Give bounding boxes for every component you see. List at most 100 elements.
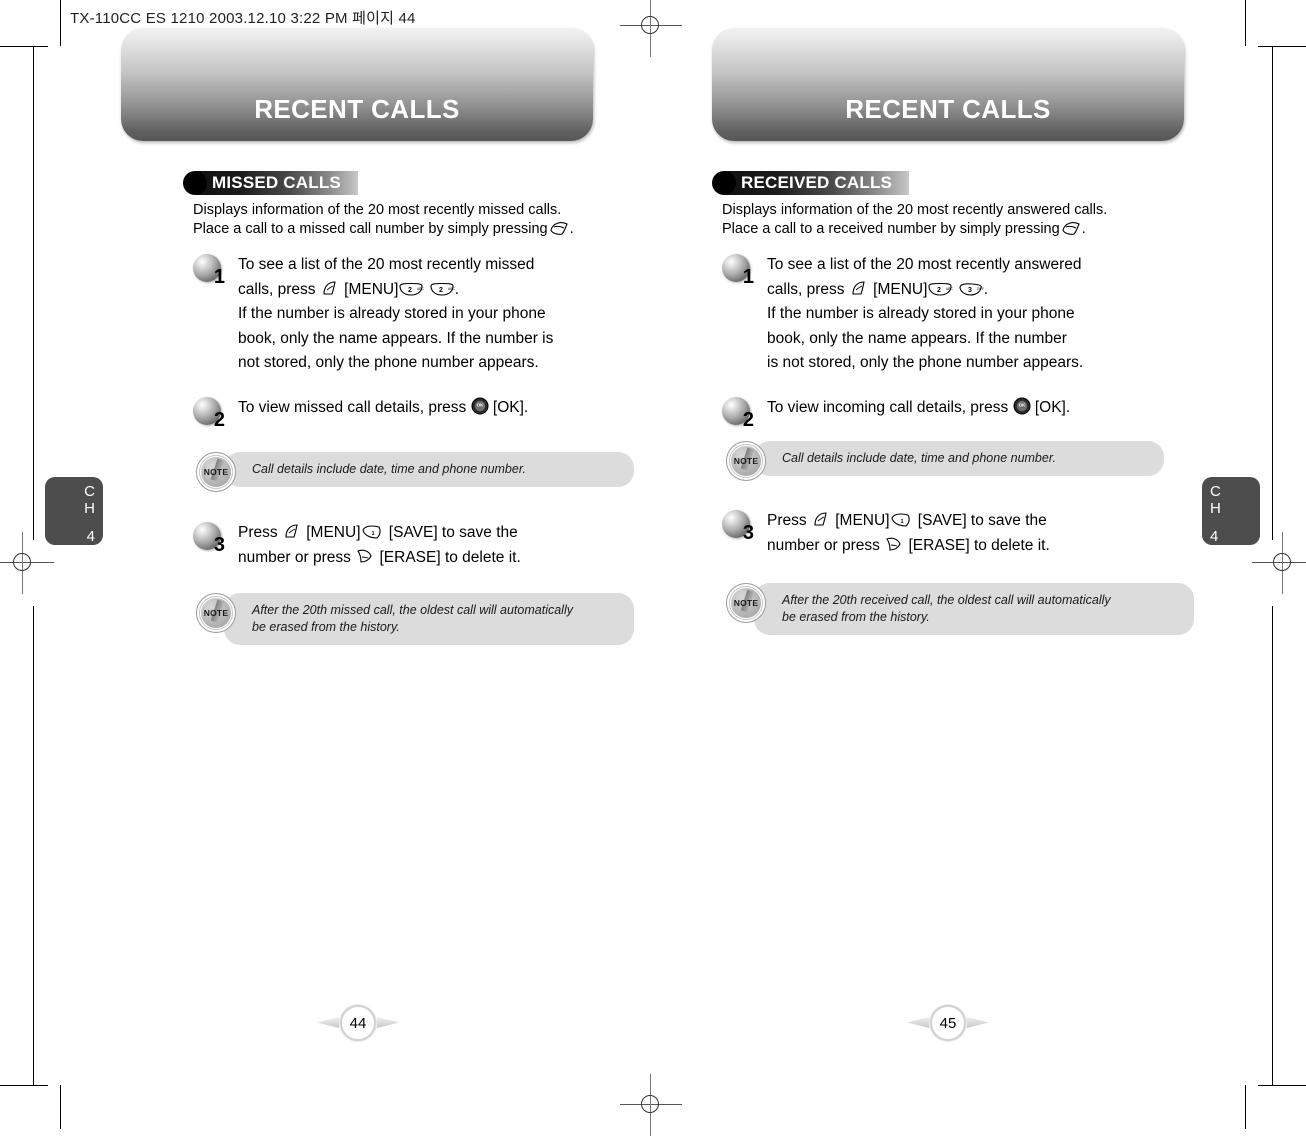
note-text: Call details include date, time and phon…	[754, 441, 1164, 476]
svg-text:OK: OK	[1018, 403, 1025, 408]
section-header: MISSED CALLS	[183, 171, 358, 195]
digit-key-icon: 2 ABC	[398, 282, 424, 297]
intro-line-1: Displays information of the 20 most rece…	[193, 202, 562, 218]
page-number: 44	[340, 1005, 376, 1041]
note-text: After the 20th received call, the oldest…	[754, 583, 1194, 635]
step-text: Press [MENU] 1 [SAVE] to save the number …	[767, 509, 1050, 558]
note-icon: NOTE	[726, 441, 766, 481]
svg-text:ABC: ABC	[946, 287, 953, 291]
page-number-badge: 45	[904, 1004, 992, 1042]
intro-line-2: Place a call to a received number by sim…	[722, 220, 1086, 237]
svg-text:3: 3	[968, 287, 972, 294]
step-line-with-keys: Press [MENU] 1 [SAVE] to save the	[238, 523, 518, 541]
page-banner: RECENT CALLS	[121, 28, 593, 141]
digit-key-icon: 3 DEF	[958, 282, 984, 297]
step-number: 3	[742, 522, 754, 544]
svg-text:2: 2	[439, 287, 443, 294]
svg-text:ABC: ABC	[448, 287, 455, 291]
chapter-tab-number: 4	[86, 528, 95, 545]
bullet-dot-icon	[712, 171, 736, 195]
chapter-tab-number: 4	[1210, 528, 1219, 545]
intro-line-1: Displays information of the 20 most rece…	[722, 202, 1108, 218]
note-box: NOTE Call details include date, time and…	[196, 452, 634, 492]
page-number-wing-right-icon	[377, 1017, 399, 1028]
step-number-badge: 3	[193, 522, 226, 555]
send-key-icon	[1060, 220, 1082, 236]
step-item: 2 To view incoming call details, press O…	[722, 396, 1070, 430]
step-item: 1 To see a list of the 20 most recently …	[722, 253, 1083, 376]
left-soft-key-icon: 1	[890, 512, 914, 528]
step-number-badge: 2	[193, 397, 226, 430]
step-line-with-keys: number or press [ERASE] to delete it.	[238, 548, 521, 566]
section-intro: Displays information of the 20 most rece…	[722, 201, 1107, 239]
svg-text:2: 2	[937, 287, 941, 294]
page-number: 45	[930, 1005, 966, 1041]
note-text: After the 20th missed call, the oldest c…	[224, 593, 634, 645]
step-number: 2	[213, 409, 225, 431]
chapter-tab-right: C H 4	[1202, 477, 1260, 545]
ok-key-icon: OK	[471, 397, 489, 415]
svg-text:2: 2	[408, 287, 412, 294]
step-number: 1	[742, 266, 754, 288]
digit-key-icon: 2 ABC	[429, 282, 455, 297]
digit-key-icon: 2 ABC	[927, 282, 953, 297]
step-number: 1	[213, 266, 225, 288]
menu-key-icon	[320, 280, 340, 297]
chapter-tab-c: C	[84, 483, 95, 500]
section-label: RECEIVED CALLS	[725, 171, 910, 195]
chapter-tab-h: H	[84, 500, 95, 517]
step-number-badge: 3	[722, 510, 755, 543]
note-icon: NOTE	[196, 452, 236, 492]
step-text: To view missed call details, press OK [O…	[238, 396, 528, 430]
svg-text:ABC: ABC	[417, 287, 424, 291]
step-number-badge: 2	[722, 397, 755, 430]
step-line-with-keys: calls, press [MENU] 2 ABC 3 DEF.	[767, 280, 989, 298]
manual-page-left: RECENT CALLS MISSED CALLS Displays infor…	[60, 0, 650, 1129]
step-item: 3 Press [MENU] 1 [SAVE] to save the numbe…	[193, 521, 521, 570]
step-line-with-keys: number or press [ERASE] to delete it.	[767, 536, 1050, 554]
step-number-badge: 1	[193, 254, 226, 287]
bullet-dot-icon	[183, 171, 207, 195]
note-text: Call details include date, time and phon…	[224, 452, 634, 487]
menu-key-icon	[811, 511, 831, 528]
page-spread: RECENT CALLS MISSED CALLS Displays infor…	[0, 0, 1306, 1129]
right-soft-key-icon	[355, 548, 375, 565]
page-number-wing-right-icon	[967, 1017, 989, 1028]
svg-text:1: 1	[900, 519, 903, 525]
chapter-tab-c: C	[1210, 483, 1221, 500]
step-line-with-keys: Press [MENU] 1 [SAVE] to save the	[767, 511, 1047, 529]
left-soft-key-icon: 1	[361, 524, 385, 540]
step-line-with-keys: calls, press [MENU] 2 ABC 2 ABC.	[238, 280, 460, 298]
svg-text:1: 1	[371, 531, 374, 537]
svg-text:OK: OK	[476, 403, 483, 408]
step-text: To view incoming call details, press OK …	[767, 396, 1070, 430]
section-header: RECEIVED CALLS	[712, 171, 910, 195]
menu-key-icon	[282, 523, 302, 540]
note-icon: NOTE	[196, 593, 236, 633]
note-icon: NOTE	[726, 583, 766, 623]
page-number-wing-left-icon	[907, 1017, 929, 1028]
step-number-badge: 1	[722, 254, 755, 287]
step-text: To see a list of the 20 most recently mi…	[238, 256, 554, 371]
page-number-wing-left-icon	[317, 1017, 339, 1028]
step-text: Press [MENU] 1 [SAVE] to save the number …	[238, 521, 521, 570]
step-line-with-keys: To view missed call details, press OK [O…	[238, 397, 529, 416]
step-item: 3 Press [MENU] 1 [SAVE] to save the numbe…	[722, 509, 1050, 558]
chapter-tab-h: H	[1210, 500, 1221, 517]
step-number: 2	[742, 409, 754, 431]
page-title: RECENT CALLS	[845, 94, 1051, 124]
right-soft-key-icon	[884, 536, 904, 553]
note-box: NOTE After the 20th received call, the o…	[726, 583, 1194, 635]
step-item: 2 To view missed call details, press OK …	[193, 396, 528, 430]
page-title: RECENT CALLS	[254, 94, 460, 124]
page-banner: RECENT CALLS	[712, 28, 1184, 141]
menu-key-icon	[849, 280, 869, 297]
step-line-with-keys: To view incoming call details, press OK …	[767, 397, 1071, 416]
note-box: NOTE After the 20th missed call, the old…	[196, 593, 634, 645]
manual-page-right: RECENT CALLS	[652, 0, 1242, 1129]
chapter-tab-left: C H 4	[45, 477, 103, 545]
step-item: 1 To see a list of the 20 most recently …	[193, 253, 553, 376]
section-label: MISSED CALLS	[196, 171, 358, 195]
page-number-badge: 44	[314, 1004, 402, 1042]
ok-key-icon: OK	[1013, 397, 1031, 415]
